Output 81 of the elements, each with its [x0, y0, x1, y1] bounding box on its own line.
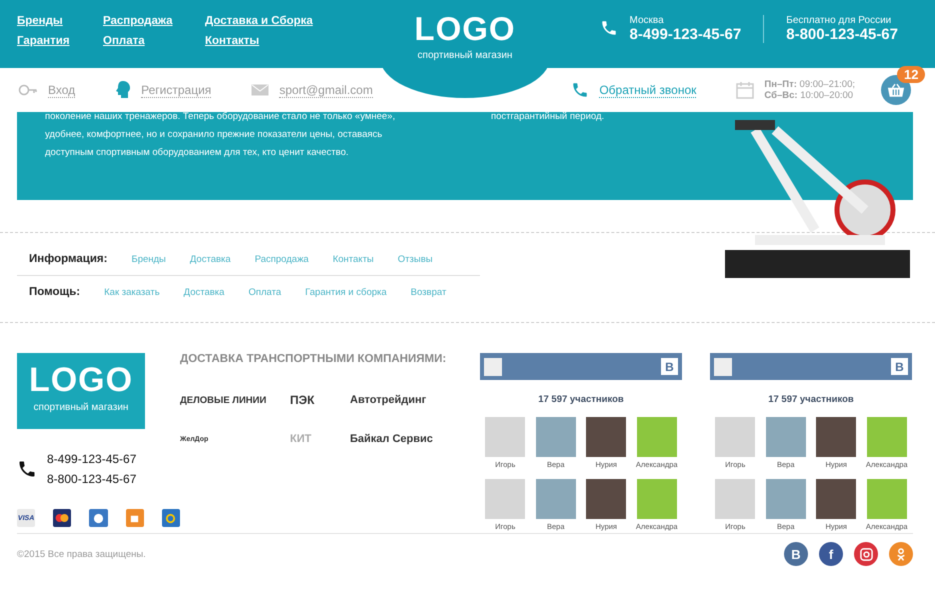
banner-text: постгарантийный период.: [491, 112, 604, 124]
payment-icon: [89, 509, 108, 527]
footer-link[interactable]: Доставка: [190, 254, 231, 264]
phone-number[interactable]: 8-800-123-45-67: [786, 26, 898, 43]
camera-icon: [860, 548, 872, 560]
photo-placeholder[interactable]: [536, 417, 576, 457]
login-link[interactable]: Вход: [48, 82, 76, 98]
carrier-logo: ПЭК: [290, 393, 316, 407]
footer-link[interactable]: Возврат: [410, 286, 446, 298]
footer-link[interactable]: Контакты: [332, 254, 374, 264]
carrier-logo: Байкал Сервис: [350, 433, 434, 445]
phone-icon: [571, 81, 590, 99]
calendar-icon: [736, 81, 754, 99]
members-count: 17 597 участников: [537, 394, 625, 405]
footer-link[interactable]: Гарантия и сборка: [305, 286, 387, 298]
photo-placeholder[interactable]: [866, 417, 907, 457]
footer-logo[interactable]: LOGO спортивный магазин: [17, 353, 145, 429]
photo-placeholder[interactable]: [816, 417, 856, 457]
carrier-logo: Автотрейдинг: [350, 394, 428, 406]
city-label: Москва: [630, 15, 665, 26]
community-badge[interactable]: B: [891, 358, 908, 375]
register-link[interactable]: Регистрация: [141, 82, 212, 98]
delivery-title: ДОСТАВКА ТРАНСПОРТНЫМИ КОМПАНИЯМИ:: [180, 353, 448, 365]
photo-placeholder[interactable]: [485, 417, 526, 457]
photo-placeholder[interactable]: [766, 417, 806, 457]
social-button[interactable]: [889, 542, 913, 566]
photo-placeholder[interactable]: [866, 479, 907, 519]
email-link[interactable]: sport@gmail.com: [279, 82, 373, 98]
footer-link[interactable]: Доставка: [184, 286, 224, 298]
footer-link[interactable]: Как заказать: [104, 286, 160, 298]
callback-link[interactable]: Обратный звонок: [599, 82, 696, 98]
community-badge[interactable]: B: [661, 358, 678, 375]
photo-placeholder[interactable]: [636, 479, 677, 519]
footer-link[interactable]: Отзывы: [398, 254, 433, 264]
carrier-logo: КИТ: [290, 433, 312, 445]
nav-link[interactable]: Доставка и Сборка: [205, 15, 335, 27]
footer-link[interactable]: Оплата: [248, 286, 282, 298]
basket-icon: [887, 82, 905, 98]
head-icon: [115, 80, 132, 100]
phone-icon: [600, 19, 618, 37]
copyright-text: ©2015 Все права защищены.: [17, 548, 146, 560]
photo-placeholder[interactable]: [766, 479, 806, 519]
nav-link[interactable]: Контакты: [205, 35, 335, 47]
key-icon: [18, 83, 38, 97]
photo-placeholder[interactable]: [715, 479, 756, 519]
city-label: Бесплатно для России: [786, 15, 892, 26]
phone-number[interactable]: 8-499-123-45-67: [630, 26, 742, 43]
envelope-icon: [251, 84, 270, 96]
social-button[interactable]: [854, 542, 878, 566]
photo-placeholder[interactable]: [485, 479, 526, 519]
phone-number[interactable]: 8-800-123-45-67: [47, 469, 136, 489]
payment-icon: [126, 509, 144, 527]
members-count: 17 597 участников: [767, 394, 855, 405]
payment-icon: [162, 509, 180, 527]
footer-link[interactable]: Бренды: [131, 254, 166, 264]
photo-placeholder[interactable]: [816, 479, 856, 519]
footer-link[interactable]: Распродажа: [254, 254, 309, 264]
info-label: Помощь:: [29, 286, 80, 298]
phone-icon: [17, 459, 37, 479]
photo-placeholder: [714, 358, 732, 376]
nav-link[interactable]: Оплата: [103, 35, 205, 47]
social-button[interactable]: B: [784, 542, 808, 566]
phone-number[interactable]: 8-499-123-45-67: [47, 449, 136, 469]
photo-placeholder[interactable]: [636, 417, 677, 457]
nav-link[interactable]: Бренды: [17, 15, 103, 27]
cart-count-badge: 12: [897, 66, 926, 83]
nav-link[interactable]: Гарантия: [17, 35, 103, 47]
photo-placeholder[interactable]: [586, 479, 626, 519]
social-button[interactable]: f: [819, 542, 843, 566]
photo-placeholder[interactable]: [536, 479, 576, 519]
photo-placeholder: [484, 358, 502, 376]
info-label: Информация:: [29, 253, 108, 265]
photo-placeholder[interactable]: [586, 417, 626, 457]
nav-link[interactable]: Распродажа: [103, 15, 205, 27]
person-icon: [896, 546, 906, 562]
banner-text: поколение наших тренажеров. Теперь оборудование стало не только «умнее», удобнее, комфортнее, но и сохранило прежние показатели цены, оставаясь доступным спортивным оборудованием для тех, кто ценит качество.: [45, 112, 396, 160]
hours-text: Пн–Пт: 09:00–21:00;: [764, 79, 855, 90]
payment-icon: [53, 509, 72, 527]
carrier-logo: ДЕЛОВЫЕ ЛИНИИ: [180, 394, 268, 406]
photo-placeholder[interactable]: [715, 417, 756, 457]
hours-text: Сб–Вс: 10:00–20:00: [764, 90, 854, 101]
